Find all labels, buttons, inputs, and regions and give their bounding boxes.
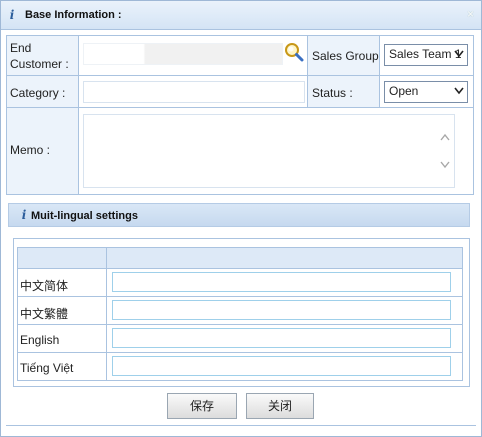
status-select[interactable]: Open bbox=[384, 81, 468, 103]
row-divider bbox=[106, 269, 107, 296]
language-input-zh-hans[interactable] bbox=[112, 272, 451, 292]
memo-label-text: Memo : bbox=[10, 143, 51, 157]
divider bbox=[6, 425, 476, 426]
search-icon[interactable] bbox=[284, 42, 304, 62]
language-row: English bbox=[17, 325, 463, 353]
multilingual-table: 中文简体 中文繁體 English Tiếng Việt bbox=[13, 238, 470, 387]
close-icon[interactable]: × bbox=[467, 8, 477, 20]
header-divider bbox=[106, 248, 107, 268]
dialog-title: Base Information : bbox=[25, 9, 122, 21]
chevron-down-icon bbox=[454, 50, 464, 58]
memo-textarea[interactable] bbox=[83, 114, 455, 188]
status-selected: Open bbox=[389, 84, 419, 98]
row-divider bbox=[106, 353, 107, 380]
info-icon: i bbox=[21, 208, 27, 222]
status-cell: Open bbox=[380, 76, 473, 108]
language-input-zh-hant[interactable] bbox=[112, 300, 451, 320]
chevron-up-icon[interactable] bbox=[440, 133, 450, 143]
save-button[interactable]: 保存 bbox=[167, 393, 237, 419]
memo-label: Memo : bbox=[7, 108, 79, 194]
category-input[interactable] bbox=[83, 81, 305, 103]
category-label: Category : bbox=[7, 76, 79, 108]
multilingual-table-header bbox=[17, 247, 463, 269]
status-label: Status : bbox=[308, 76, 380, 108]
memo-scrollbar[interactable] bbox=[437, 115, 454, 187]
base-information-dialog: i Base Information : × End Customer : Sa… bbox=[0, 0, 482, 437]
category-cell bbox=[79, 76, 308, 108]
end-customer-label-line2: Customer : bbox=[10, 57, 69, 71]
chevron-down-icon bbox=[454, 87, 464, 95]
end-customer-input[interactable] bbox=[83, 43, 283, 65]
end-customer-label: End Customer : bbox=[7, 36, 79, 76]
dialog-titlebar: i Base Information : × bbox=[1, 1, 481, 30]
status-label-text: Status : bbox=[312, 86, 353, 100]
end-customer-label-line1: End bbox=[10, 41, 32, 55]
language-row: Tiếng Việt bbox=[17, 353, 463, 381]
row-divider bbox=[106, 325, 107, 352]
language-row: 中文简体 bbox=[17, 269, 463, 297]
language-name: Tiếng Việt bbox=[20, 361, 74, 375]
language-input-en[interactable] bbox=[112, 328, 451, 348]
language-name: English bbox=[20, 333, 60, 347]
sales-group-cell: Sales Team 1 bbox=[380, 36, 473, 76]
multilingual-section-header: i Muit-lingual settings bbox=[8, 203, 470, 227]
end-customer-cell bbox=[79, 36, 308, 76]
row-divider bbox=[106, 297, 107, 324]
memo-cell bbox=[79, 108, 473, 194]
chevron-down-icon[interactable] bbox=[440, 159, 450, 169]
base-info-form: End Customer : Sales Group Sales Team 1 … bbox=[6, 35, 474, 195]
info-icon: i bbox=[9, 8, 15, 22]
sales-group-label-text: Sales Group bbox=[312, 49, 379, 63]
category-label-text: Category : bbox=[10, 86, 66, 100]
sales-group-label: Sales Group bbox=[308, 36, 380, 76]
sales-group-select[interactable]: Sales Team 1 bbox=[384, 44, 468, 66]
close-button[interactable]: 关闭 bbox=[246, 393, 314, 419]
multilingual-title: Muit-lingual settings bbox=[31, 210, 138, 222]
sales-group-selected: Sales Team 1 bbox=[389, 47, 462, 61]
language-row: 中文繁體 bbox=[17, 297, 463, 325]
language-input-vi[interactable] bbox=[112, 356, 451, 376]
language-name: 中文简体 bbox=[20, 279, 69, 293]
language-name: 中文繁體 bbox=[20, 307, 69, 321]
